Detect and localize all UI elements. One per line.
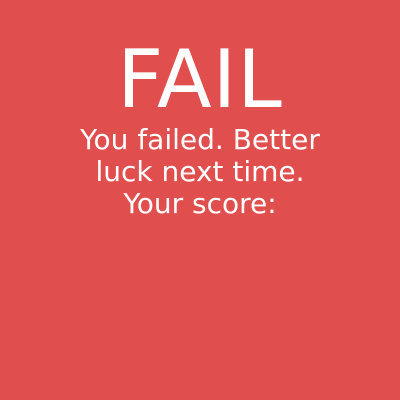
fail-message: You failed. Better luck next time. Your … <box>0 124 400 220</box>
message-line-2: luck next time. <box>95 155 305 188</box>
game-over-screen: FAIL You failed. Better luck next time. … <box>0 0 400 400</box>
score-label: Your score: <box>123 187 277 220</box>
message-line-1: You failed. Better <box>80 123 320 156</box>
fail-title: FAIL <box>117 33 283 126</box>
